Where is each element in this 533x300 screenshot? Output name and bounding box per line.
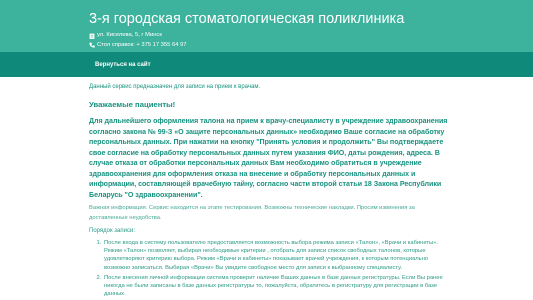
back-to-site-link[interactable]: Вернуться на сайт	[95, 62, 151, 68]
testing-note: Важная информация. Сервис находится на э…	[89, 205, 415, 221]
list-item: После входа в систему пользователю предо…	[103, 239, 449, 272]
greeting-heading: Уважаемые пациенты!	[89, 100, 176, 109]
site-header: 3-я городская стоматологическая поликлин…	[0, 0, 533, 52]
page-title: 3-я городская стоматологическая поликлин…	[89, 11, 405, 27]
address-text: ул. Киселева, 5, г Минск	[97, 32, 162, 38]
nav-bar: Вернуться на сайт	[0, 52, 533, 77]
intro-text: Данный сервис предназначен для записи на…	[89, 84, 261, 90]
phone-icon	[89, 42, 96, 48]
consent-text: Для дальнейшего оформления талона на при…	[89, 117, 448, 199]
address-line: ул. Киселева, 5, г Минск	[89, 31, 533, 41]
phone-line: Стол справок: + 375 17 355 64 97	[89, 41, 533, 51]
list-item: После внесения личной информации система…	[103, 274, 449, 299]
steps-list: После входа в систему пользователю предо…	[89, 239, 449, 298]
main-content: Данный сервис предназначен для записи на…	[0, 77, 449, 298]
building-icon	[89, 33, 96, 39]
order-title: Порядок записи:	[89, 228, 136, 234]
phone-text: Стол справок: + 375 17 355 64 97	[97, 41, 187, 48]
